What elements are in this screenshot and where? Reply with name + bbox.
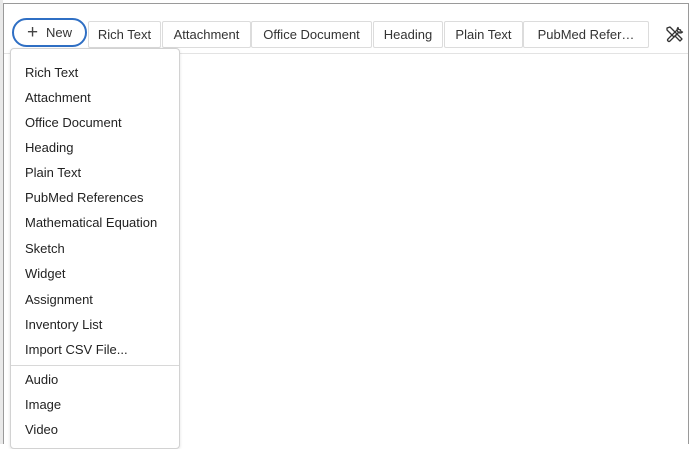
menu-item-label: Audio [25,371,59,387]
menu-item-inventory-list[interactable]: Inventory List [11,312,179,336]
tab-office-document[interactable]: Office Document [251,21,372,48]
new-entry-button[interactable]: + New [12,18,87,47]
menu-item-label: Rich Text [25,64,79,80]
menu-item-label: Plain Text [25,164,82,180]
plus-icon: + [26,22,39,43]
menu-item-audio[interactable]: Audio [11,367,179,391]
menu-item-label: Heading [25,139,74,155]
menu-item-label: PubMed References [25,189,144,205]
tab-label: Office Document [263,27,360,42]
menu-item-attachment[interactable]: Attachment [11,85,179,109]
tab-label: Plain Text [455,27,512,42]
new-entry-label: New [46,25,73,40]
menu-item-heading[interactable]: Heading [11,135,179,159]
menu-item-label: Office Document [25,114,122,130]
menu-item-video[interactable]: Video [11,417,179,441]
tab-label: Heading [383,27,433,42]
menu-item-label: Widget [25,265,66,281]
menu-item-image[interactable]: Image [11,392,179,416]
tab-label: Attachment [173,27,240,42]
menu-item-mathematical-equation[interactable]: Mathematical Equation [11,210,179,234]
new-entry-dropdown-menu: Rich Text Attachment Office Document Hea… [10,48,180,449]
menu-item-label: Inventory List [25,316,103,332]
menu-item-label: Mathematical Equation [25,214,158,230]
tab-label: PubMed Refer… [537,27,635,42]
menu-item-import-csv-file[interactable]: Import CSV File... [11,337,179,361]
menu-divider [11,365,179,366]
menu-item-sketch[interactable]: Sketch [11,236,179,260]
menu-item-label: Sketch [25,240,65,256]
editor-panel: + New Rich Text Attachment Office Docume… [3,3,689,449]
tab-rich-text[interactable]: Rich Text [88,21,161,48]
menu-item-assignment[interactable]: Assignment [11,287,179,311]
menu-item-widget[interactable]: Widget [11,261,179,285]
tab-heading[interactable]: Heading [373,21,443,48]
entry-toolbar: + New Rich Text Attachment Office Docume… [4,4,688,54]
menu-item-label: Video [25,421,59,437]
menu-item-pubmed-references[interactable]: PubMed References [11,185,179,209]
menu-item-label: Image [25,396,62,412]
tab-attachment[interactable]: Attachment [162,21,251,48]
menu-item-label: Attachment [25,89,91,105]
tab-label: Rich Text [97,27,152,42]
menu-item-plain-text[interactable]: Plain Text [11,160,179,184]
tab-pubmed-references[interactable]: PubMed Refer… [523,21,649,48]
tools-icon[interactable] [664,24,686,46]
menu-item-rich-text[interactable]: Rich Text [11,60,179,84]
menu-item-office-document[interactable]: Office Document [11,110,179,134]
menu-item-label: Assignment [25,291,93,307]
menu-item-label: Import CSV File... [25,341,128,357]
tab-plain-text[interactable]: Plain Text [444,21,523,48]
